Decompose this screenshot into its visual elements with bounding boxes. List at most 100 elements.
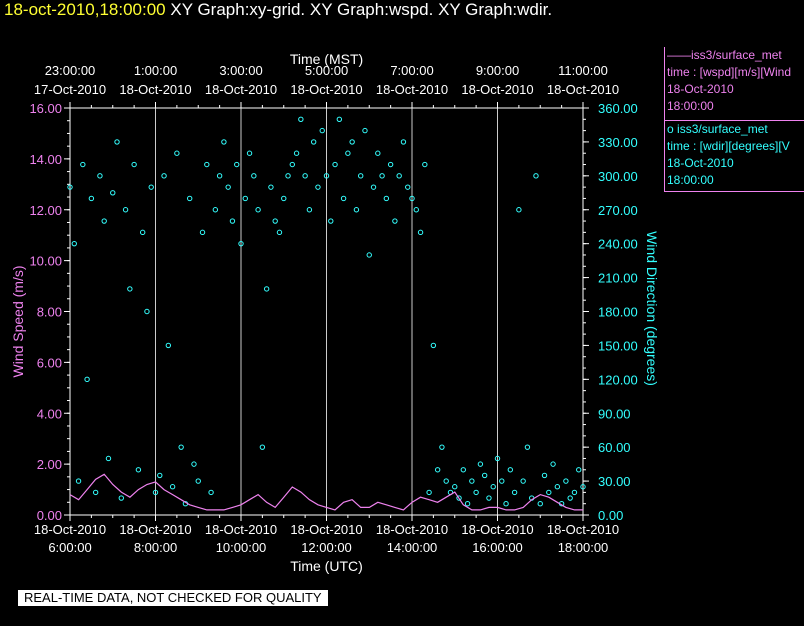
wind-direction-point (417, 229, 424, 236)
wind-direction-point (263, 286, 270, 292)
wind-direction-point (362, 127, 368, 134)
wind-direction-point (144, 308, 150, 315)
wind-direction-point (75, 478, 82, 484)
wind-direction-point (537, 500, 543, 507)
legend-line-marker: —— (667, 48, 691, 62)
wind-direction-point (139, 229, 146, 236)
top-tick-label-date: 17-Oct-2010 (34, 82, 106, 97)
wind-direction-point (392, 218, 398, 224)
bottom-axis-title: Time (UTC) (290, 558, 363, 574)
y-left-tick-label: 12.00 (29, 203, 62, 218)
wind-direction-point (127, 286, 133, 292)
x-tick-label-date: 18-Oct-2010 (119, 522, 191, 537)
x-tick-label-time: 16:00:00 (472, 540, 523, 555)
wind-direction-point (148, 184, 154, 190)
wind-direction-point (161, 173, 167, 179)
wind-direction-point (460, 467, 466, 473)
wind-direction-point (234, 161, 240, 168)
legend-series-name: iss3/surface_met (677, 122, 768, 136)
wind-direction-point (533, 173, 539, 179)
wind-direction-point (97, 173, 103, 179)
y-right-tick-label: 90.00 (598, 406, 631, 421)
wind-direction-point (110, 190, 116, 196)
legend-wind-speed[interactable]: ——iss3/surface_met time : [wspd][m/s][Wi… (664, 47, 804, 121)
wind-direction-point (464, 500, 471, 507)
x-tick-label-time: 6:00:00 (48, 540, 91, 555)
wind-direction-point (293, 150, 300, 156)
wind-direction-point (118, 495, 125, 501)
wind-direction-point (370, 184, 377, 190)
y-right-tick-label: 240.00 (598, 237, 638, 252)
y-left-tick-label: 16.00 (29, 101, 62, 116)
wind-direction-point (225, 184, 231, 190)
x-tick-label-date: 18-Oct-2010 (547, 522, 619, 537)
legend-series-name: iss3/surface_met (691, 48, 782, 62)
wind-direction-point (259, 444, 266, 450)
wind-direction-point (554, 484, 561, 490)
wind-direction-point (507, 467, 514, 473)
wind-direction-point (251, 173, 257, 179)
top-tick-label-date: 18-Oct-2010 (290, 82, 362, 97)
wind-direction-point (405, 184, 411, 190)
wind-direction-point (469, 478, 475, 484)
y-right-tick-label: 0.00 (598, 508, 623, 523)
wind-direction-point (439, 444, 445, 450)
x-tick-label-date: 18-Oct-2010 (290, 522, 362, 537)
wind-direction-point (426, 489, 432, 496)
x-tick-label-time: 10:00:00 (216, 540, 267, 555)
wind-direction-point (135, 467, 142, 473)
y-right-tick-label: 180.00 (598, 305, 638, 320)
wind-direction-point (157, 472, 163, 479)
wind-direction-point (285, 173, 291, 179)
top-tick-label-time: 1:00:00 (134, 63, 177, 78)
top-tick-label-time: 7:00:00 (390, 63, 433, 78)
wind-direction-point (187, 195, 193, 202)
x-tick-label-date: 18-Oct-2010 (34, 522, 106, 537)
wind-direction-point (486, 495, 492, 501)
wind-direction-point (422, 161, 428, 168)
x-tick-label-time: 18:00:00 (558, 540, 609, 555)
wind-direction-point (131, 161, 137, 168)
y-right-tick-label: 60.00 (598, 440, 631, 455)
wind-direction-point (511, 489, 518, 496)
wind-direction-point (199, 229, 206, 236)
wind-direction-point (229, 218, 236, 224)
wind-direction-point (268, 184, 274, 190)
top-tick-label-date: 18-Oct-2010 (461, 82, 533, 97)
wind-direction-point (349, 139, 355, 145)
wind-direction-point (80, 161, 86, 168)
top-tick-label-date: 18-Oct-2010 (205, 82, 277, 97)
wind-direction-point (122, 207, 129, 213)
wind-direction-point (319, 127, 325, 134)
legend-circle-marker: o (667, 122, 674, 136)
wind-direction-point (105, 455, 112, 462)
wind-direction-point (358, 173, 364, 179)
x-tick-label-date: 18-Oct-2010 (461, 522, 533, 537)
wind-direction-point (165, 342, 172, 349)
legend-series-time: 18:00:00 (667, 173, 714, 187)
legend-series-date: 18-Oct-2010 (667, 156, 734, 170)
wind-direction-point (413, 207, 419, 213)
wind-direction-point (101, 218, 107, 224)
wind-direction-point (221, 139, 227, 145)
y-right-axis-title: Wind Direction (degrees) (644, 231, 660, 386)
top-tick-label-date: 18-Oct-2010 (119, 82, 191, 97)
wind-direction-point (204, 161, 210, 168)
wind-direction-point (499, 478, 505, 484)
wind-direction-point (298, 116, 304, 123)
top-axis-title: Time (MST) (290, 51, 363, 67)
legend-series-var: time : [wdir][degrees][V (667, 139, 790, 153)
legend-wind-direction[interactable]: o iss3/surface_met time : [wdir][degrees… (664, 121, 804, 192)
wind-direction-point (315, 184, 321, 190)
wind-direction-point (281, 195, 287, 202)
wind-direction-point (114, 139, 120, 145)
top-tick-label-time: 23:00:00 (45, 63, 96, 78)
wind-direction-point (524, 444, 531, 450)
wind-direction-point (452, 484, 458, 490)
y-left-tick-label: 2.00 (37, 457, 62, 472)
wind-direction-point (563, 478, 569, 484)
y-right-tick-label: 150.00 (598, 338, 638, 353)
legend-series-var: time : [wspd][m/s][Wind (667, 65, 792, 79)
wind-direction-point (328, 218, 334, 224)
wind-direction-point (430, 342, 437, 349)
